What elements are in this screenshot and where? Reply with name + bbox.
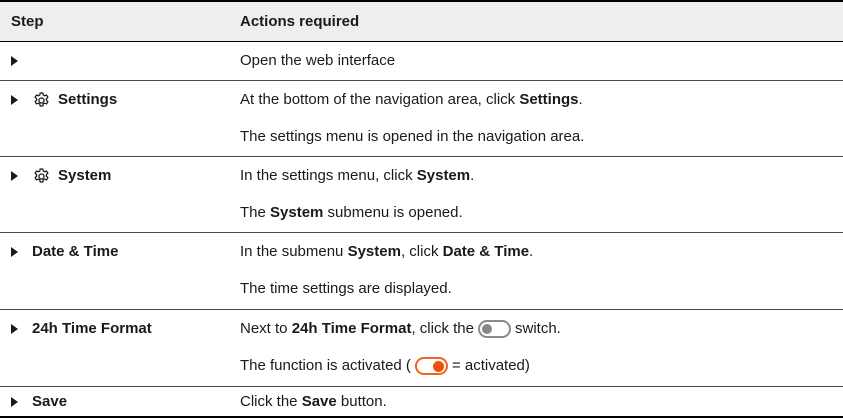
table-row: 24h Time Format Next to 24h Time Format, …: [0, 310, 843, 387]
action-text: In the submenu: [240, 243, 348, 260]
bold-term: Save: [301, 393, 337, 410]
step-label: Date & Time: [32, 243, 119, 260]
action-line: The settings menu is opened in the navig…: [240, 127, 840, 147]
table-row: Save Click the Save button.: [0, 387, 843, 418]
step-arrow-icon: [11, 171, 18, 181]
bold-term: Date & Time: [442, 243, 530, 260]
toggle-switch-off-icon: [477, 320, 511, 338]
action-text: = activated): [451, 357, 530, 374]
step-label-wrap: Save: [32, 392, 67, 412]
action-line: Click the Save button.: [240, 392, 840, 412]
switch-knob: [481, 324, 492, 334]
step-arrow-icon: [11, 247, 18, 257]
step-label-wrap: Date & Time: [32, 242, 118, 262]
step-cell: Save: [0, 387, 228, 416]
step-arrow-icon: [11, 56, 18, 66]
step-cell: Date & Time: [0, 233, 228, 309]
step-label: Save: [32, 393, 68, 410]
action-text: submenu is opened.: [323, 204, 463, 221]
table-row: Open the web interface: [0, 42, 843, 81]
step-label-wrap: Settings: [32, 90, 117, 110]
bold-term: System: [416, 167, 471, 184]
action-text: The: [240, 204, 271, 221]
table-header: Step Actions required: [0, 0, 843, 42]
action-text: Open the web interface: [240, 52, 396, 69]
action-text: button.: [336, 393, 387, 410]
action-line: Next to 24h Time Format, click the switch…: [240, 319, 840, 339]
action-text: , click the: [411, 320, 474, 337]
toggle-switch-on-icon: [414, 357, 448, 375]
action-text: The function is activated (: [240, 357, 411, 374]
step-cell: 24h Time Format: [0, 310, 228, 386]
action-text: .: [470, 167, 475, 184]
gear-icon: [32, 91, 51, 110]
table-row: Settings At the bottom of the navigation …: [0, 81, 843, 157]
action-line: The System submenu is opened.: [240, 203, 840, 223]
action-text: At the bottom of the navigation area, cl…: [240, 91, 520, 108]
action-text: Next to: [240, 320, 292, 337]
bold-term: System: [270, 204, 324, 221]
action-text: The time settings are displayed.: [240, 280, 452, 297]
action-text: In the settings menu, click: [240, 167, 417, 184]
step-arrow-icon: [11, 397, 18, 407]
action-text: switch.: [514, 320, 561, 337]
step-label: System: [58, 167, 112, 184]
step-label: Settings: [58, 91, 118, 108]
bold-term: 24h Time Format: [291, 320, 412, 337]
step-cell: [0, 42, 228, 80]
action-text: .: [578, 91, 583, 108]
action-line: The function is activated ( = activated): [240, 356, 840, 376]
step-label: 24h Time Format: [32, 320, 152, 337]
header-actions: Actions required: [240, 13, 360, 30]
bold-term: System: [347, 243, 401, 260]
step-label-wrap: 24h Time Format: [32, 319, 152, 339]
step-label-wrap: System: [32, 166, 111, 186]
action-text: , click: [400, 243, 443, 260]
step-cell: System: [0, 157, 228, 232]
action-line: The time settings are displayed.: [240, 279, 840, 299]
action-text: The settings menu is opened in the navig…: [240, 128, 585, 145]
action-text: .: [529, 243, 534, 260]
action-line: At the bottom of the navigation area, cl…: [240, 90, 840, 110]
table-row: System In the settings menu, click System…: [0, 157, 843, 233]
gear-icon: [32, 167, 51, 186]
bold-term: Settings: [519, 91, 579, 108]
step-arrow-icon: [11, 324, 18, 334]
action-line: In the submenu System, click Date & Time…: [240, 242, 840, 262]
table-row: Date & Time In the submenu System, click …: [0, 233, 843, 310]
action-line: In the settings menu, click System.: [240, 166, 840, 186]
header-step: Step: [11, 13, 44, 30]
switch-knob: [432, 361, 444, 372]
step-arrow-icon: [11, 95, 18, 105]
action-line: Open the web interface: [240, 51, 840, 71]
action-text: Click the: [240, 393, 302, 410]
step-cell: Settings: [0, 81, 228, 156]
